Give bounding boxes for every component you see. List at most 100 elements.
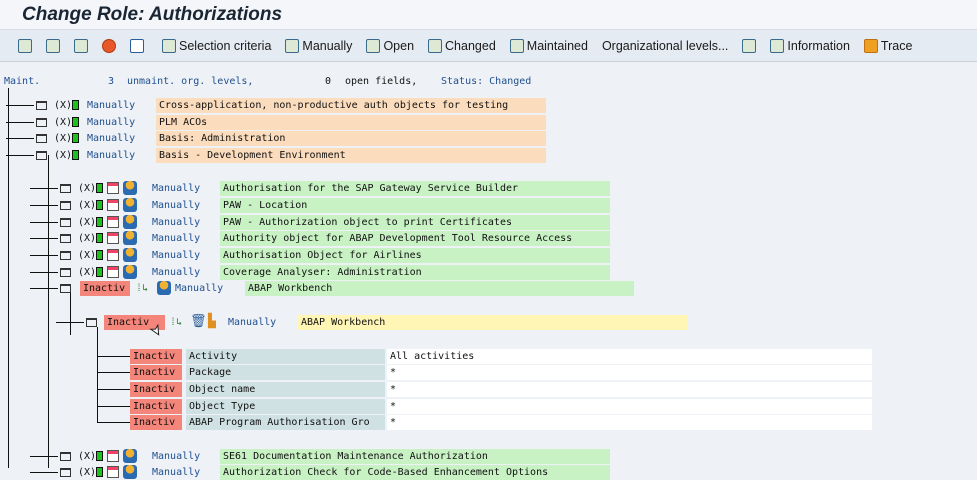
status-manually[interactable]: Manually: [152, 181, 200, 196]
button-label: Maintained: [526, 38, 588, 53]
trace-icon: [863, 38, 878, 53]
tree-connector: [97, 406, 130, 407]
status-manually[interactable]: Manually: [87, 131, 135, 146]
manually-icon: [285, 38, 300, 53]
folder-icon[interactable]: [60, 184, 71, 193]
status-manually[interactable]: Manually: [152, 231, 200, 246]
authorization-tree: Maint. 3 unmaint. org. levels, 0 open fi…: [0, 62, 977, 480]
maintained-icon: [157, 281, 171, 295]
green-light-icon: [96, 233, 103, 243]
status-manually[interactable]: Manually: [87, 148, 135, 163]
status-manually[interactable]: Manually: [152, 215, 200, 230]
trash-button[interactable]: [126, 37, 148, 55]
green-light-icon: [72, 150, 79, 160]
information-button[interactable]: Information: [766, 37, 854, 55]
folder-icon[interactable]: [60, 218, 71, 227]
document-icon: [107, 182, 119, 194]
field-value[interactable]: All activities: [387, 349, 872, 364]
tree-connector: [30, 188, 58, 189]
field-flag: Inactiv: [130, 382, 182, 397]
maintained-button[interactable]: Maintained: [506, 37, 592, 55]
tree-connector: [6, 138, 34, 139]
folder-icon[interactable]: [60, 284, 71, 293]
tree-connector: [30, 472, 58, 473]
maintained-icon: [123, 465, 137, 479]
folder-icon[interactable]: [36, 151, 47, 160]
unmaint-label: unmaint. org. levels,: [127, 76, 254, 87]
folder-icon[interactable]: [60, 268, 71, 277]
status-lights-icon: (X): [78, 451, 97, 462]
button-label: Organizational levels...: [601, 38, 729, 53]
inactive-flag: Inactiv: [80, 281, 130, 296]
manually-button[interactable]: Manually: [281, 37, 356, 55]
row-description: SE61 Documentation Maintenance Authoriza…: [220, 449, 610, 464]
status-manually[interactable]: Manually: [87, 115, 135, 130]
collapse-button[interactable]: [42, 37, 64, 55]
trace-button[interactable]: Trace: [860, 37, 917, 55]
status-lights-icon: (X): [54, 133, 73, 144]
folder-icon[interactable]: [36, 101, 47, 110]
field-flag: Inactiv: [130, 415, 182, 430]
expand-button[interactable]: [14, 37, 36, 55]
field-value[interactable]: *: [387, 382, 872, 397]
field-flag: Inactiv: [130, 365, 182, 380]
folder-icon[interactable]: [60, 201, 71, 210]
tree-connector: [6, 155, 34, 156]
maintained-icon: [123, 265, 137, 279]
field-flag: Inactiv: [130, 399, 182, 414]
folder-icon[interactable]: [60, 468, 71, 477]
status-manually[interactable]: Manually: [152, 449, 200, 464]
tree-connector: [6, 105, 34, 106]
tree-connector: [97, 422, 130, 423]
green-light-icon: [96, 451, 103, 461]
unmaint-count: 3: [108, 76, 115, 87]
maintained-icon: [509, 38, 524, 53]
document-icon: [107, 199, 119, 211]
document-icon: [107, 266, 119, 278]
field-name: ABAP Program Authorisation Gro: [186, 415, 385, 430]
folder-icon[interactable]: [60, 452, 71, 461]
field-name: Object name: [186, 382, 385, 397]
folder-icon[interactable]: [36, 134, 47, 143]
help-button[interactable]: [98, 37, 120, 55]
tree-line: [8, 88, 9, 468]
row-description: PAW - Authorization object to print Cert…: [220, 215, 610, 230]
collapse-icon: [46, 38, 60, 53]
field-value[interactable]: *: [387, 399, 872, 414]
org-levels-button[interactable]: [70, 37, 92, 55]
grid-button[interactable]: [738, 37, 760, 55]
folder-icon[interactable]: [86, 318, 97, 327]
row-description: PAW - Location: [220, 198, 610, 213]
green-light-icon: [96, 200, 103, 210]
trash-icon[interactable]: 🗑: [190, 314, 207, 329]
status-lights-icon: (X): [78, 267, 97, 278]
row-description: Coverage Analyser: Administration: [220, 265, 610, 280]
tree-connector: [30, 255, 58, 256]
field-value[interactable]: *: [387, 415, 872, 430]
organizational-levels-button[interactable]: Organizational levels...: [598, 37, 732, 55]
status-manually[interactable]: Manually: [152, 248, 200, 263]
row-description: Basis: Administration: [156, 131, 546, 146]
folder-icon[interactable]: [36, 118, 47, 127]
green-light-icon: [72, 133, 79, 143]
folder-icon[interactable]: [60, 234, 71, 243]
status-manually[interactable]: Manually: [175, 281, 223, 296]
org-levels-icon: [74, 38, 88, 53]
status-manually[interactable]: Manually: [228, 315, 276, 330]
structure-icon: ⁞↳: [170, 317, 183, 328]
changed-button[interactable]: Changed: [424, 37, 500, 55]
status-manually[interactable]: Manually: [87, 98, 135, 113]
structure-icon: ⁞↳: [136, 283, 149, 294]
open-button[interactable]: Open: [362, 37, 418, 55]
maintained-icon: [123, 181, 137, 195]
field-value[interactable]: *: [387, 365, 872, 380]
open-icon: [366, 38, 381, 53]
status-lights-icon: (X): [78, 250, 97, 261]
status-manually[interactable]: Manually: [152, 265, 200, 280]
folder-icon[interactable]: [60, 251, 71, 260]
status-manually[interactable]: Manually: [152, 465, 200, 480]
green-light-icon: [72, 117, 79, 127]
selection-criteria-button[interactable]: Selection criteria: [158, 37, 275, 55]
status-lights-icon: (X): [54, 150, 73, 161]
status-manually[interactable]: Manually: [152, 198, 200, 213]
